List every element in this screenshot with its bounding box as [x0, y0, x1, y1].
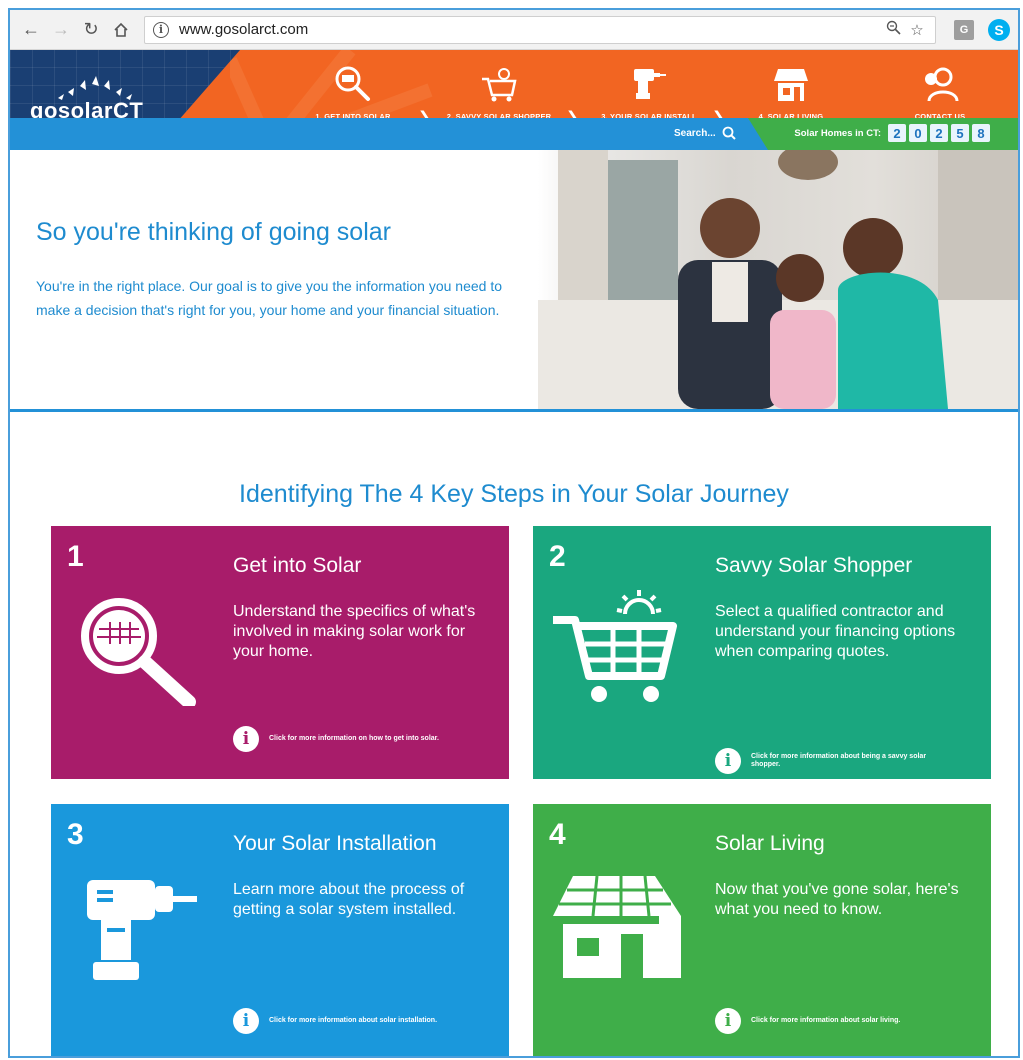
more-info-link[interactable]: i Click for more information about solar… [715, 1008, 941, 1034]
magnifier-panel-icon [81, 598, 196, 706]
hero-text: You're in the right place. Our goal is t… [36, 278, 502, 318]
step-title: Get into Solar [233, 554, 362, 577]
step-card-savvy-solar-shopper[interactable]: 2 Savvy Solar Shopper Select a qualified… [533, 526, 991, 779]
counter-digit: 2 [888, 124, 906, 142]
steps-title: Identifying The 4 Key Steps in Your Sola… [239, 480, 789, 508]
step-number: 4 [549, 818, 566, 851]
step-title: Savvy Solar Shopper [715, 554, 913, 577]
browser-window: ← → ↻ i www.gosolarct.com ☆ G S gosolarC… [8, 8, 1020, 1058]
hero-title: So you're thinking of going solar [36, 218, 391, 246]
zoom-icon[interactable] [883, 20, 903, 39]
counter-digit: 8 [972, 124, 990, 142]
drill-icon [87, 880, 197, 980]
info-icon: i [715, 748, 741, 774]
reload-icon[interactable]: ↻ [78, 17, 104, 43]
address-bar[interactable]: i www.gosolarct.com ☆ [144, 15, 936, 44]
more-info-link[interactable]: i Click for more information about being… [715, 748, 941, 774]
more-info-text: Click for more information about solar i… [269, 1017, 438, 1024]
search-label: Search... [674, 127, 716, 139]
step-description: Understand the specifics of what's invol… [233, 603, 476, 660]
header-subbar: Search... Solar Homes in CT: 2 0 2 5 8 [10, 118, 1018, 150]
search-button[interactable]: Search... [674, 126, 736, 140]
more-info-link[interactable]: i Click for more information about solar… [233, 1008, 459, 1034]
back-icon[interactable]: ← [18, 17, 44, 43]
browser-toolbar: ← → ↻ i www.gosolarct.com ☆ G S [10, 10, 1018, 50]
step-number: 3 [67, 818, 84, 851]
counter-digit: 5 [951, 124, 969, 142]
extension-g-icon[interactable]: G [954, 19, 974, 40]
info-icon: i [715, 1008, 741, 1034]
counter-digit: 0 [909, 124, 927, 142]
drill-icon [634, 69, 666, 99]
step-description: Select a qualified contractor and unders… [715, 603, 956, 660]
family-photo [538, 150, 1018, 409]
counter-digit: 2 [930, 124, 948, 142]
step-card-your-solar-installation[interactable]: 3 Your Solar Installation Learn more abo… [51, 804, 509, 1056]
url-text[interactable]: www.gosolarct.com [179, 21, 879, 38]
site-info-icon[interactable]: i [153, 21, 169, 38]
step-number: 2 [549, 540, 566, 573]
cart-sun-icon [553, 590, 677, 702]
more-info-text: Click for more information on how to get… [269, 735, 439, 742]
more-info-text: Click for more information about solar l… [751, 1017, 901, 1024]
more-info-link[interactable]: i Click for more information on how to g… [233, 726, 459, 752]
cart-sun-icon [482, 68, 517, 102]
house-panel-icon [553, 875, 681, 978]
counter-label: Solar Homes in CT: [794, 127, 881, 139]
step-title: Solar Living [715, 832, 825, 855]
site-header: gosolarCT 1. GET INTO SOLAR ❯ [10, 50, 1018, 150]
info-icon: i [233, 1008, 259, 1034]
magnifier-panel-icon [335, 66, 370, 101]
step-title: Your Solar Installation [233, 832, 437, 855]
info-icon: i [233, 726, 259, 752]
home-icon[interactable] [108, 17, 134, 43]
step-card-solar-living[interactable]: 4 Solar Living Now that you've gone sola… [533, 804, 991, 1056]
logo-sun-rays-icon [58, 76, 132, 100]
skype-extension-icon[interactable]: S [988, 18, 1010, 41]
step-card-get-into-solar[interactable]: 1 Get into Solar Understand the specific… [51, 526, 509, 779]
hero-section: So you're thinking of going solar You're… [10, 150, 1018, 412]
more-info-text: Click for more information about being a… [751, 753, 927, 768]
search-icon [722, 126, 736, 140]
step-description: Now that you've gone solar, here's what … [715, 881, 959, 918]
step-number: 1 [67, 540, 84, 573]
step-description: Learn more about the process of getting … [233, 881, 465, 918]
forward-icon[interactable]: → [48, 17, 74, 43]
contact-person-icon [925, 67, 959, 102]
solar-homes-counter: Solar Homes in CT: 2 0 2 5 8 [794, 124, 990, 142]
bookmark-star-icon[interactable]: ☆ [907, 21, 927, 39]
house-panel-icon [774, 69, 808, 101]
